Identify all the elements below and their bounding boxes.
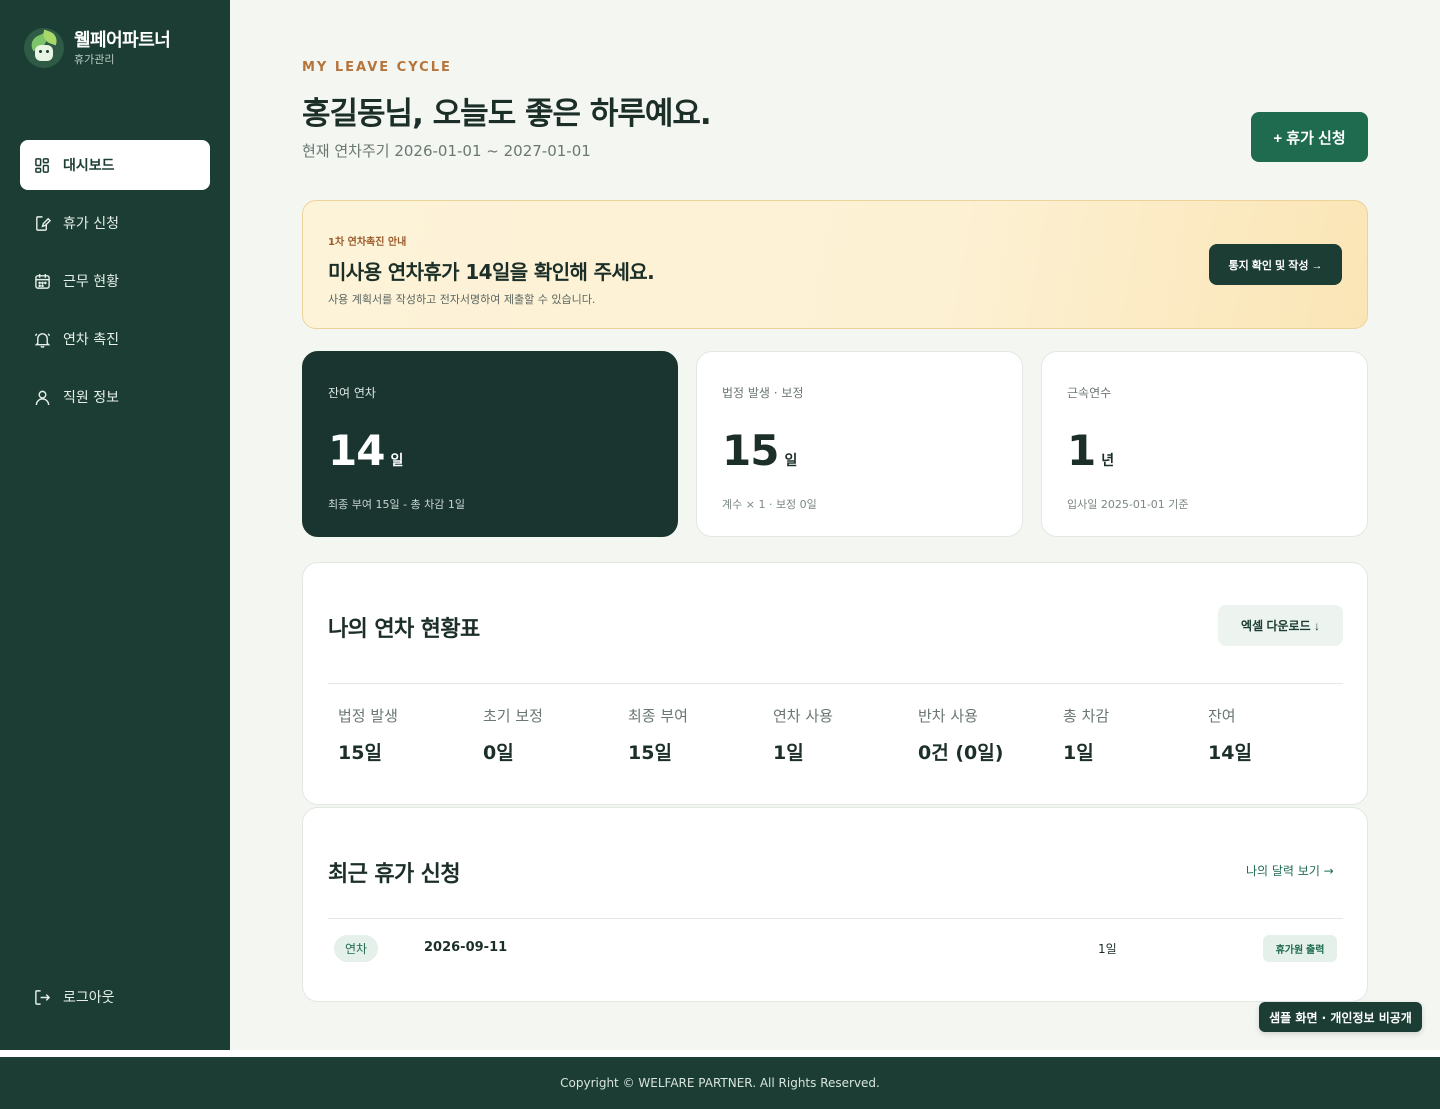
brand-name: 웰페어파트너 — [74, 29, 171, 51]
stat-value: 0건 (0일) — [918, 742, 1004, 764]
stat-value: 0일 — [483, 742, 514, 764]
stat-label: 초기 보정 — [483, 707, 543, 725]
sidebar-item-label: 연차 촉진 — [63, 332, 119, 348]
summary-stats: 법정 발생 15일 초기 보정 0일 최종 부여 15일 연차 사용 1일 반차… — [338, 705, 1353, 765]
sidebar-item-label: 휴가 신청 — [63, 216, 119, 232]
promotion-notice: 1차 연차촉진 안내 미사용 연차휴가 14일을 확인해 주세요. 사용 계획서… — [302, 200, 1368, 329]
card-value: 14 일 — [328, 426, 403, 475]
stat-initial-adjust: 초기 보정 0일 — [483, 705, 628, 765]
eyebrow: MY LEAVE CYCLE — [302, 60, 452, 75]
card-number: 1 — [1067, 426, 1096, 475]
stat-value: 14일 — [1208, 742, 1252, 764]
stat-value: 1일 — [773, 742, 804, 764]
sidebar-item-employee-info[interactable]: 직원 정보 — [20, 372, 210, 422]
logo-icon — [24, 28, 64, 68]
sidebar-item-leave-promotion[interactable]: 연차 촉진 — [20, 314, 210, 364]
card-unit: 일 — [784, 453, 798, 469]
card-note: 계수 × 1 · 보정 0일 — [722, 498, 817, 511]
stat-remaining: 잔여 14일 — [1208, 705, 1353, 765]
print-leave-form-button[interactable]: 휴가원 출력 — [1263, 935, 1337, 962]
leave-date: 2026-09-11 — [424, 940, 508, 955]
divider — [328, 683, 1343, 684]
logout-wrapper: 로그아웃 — [20, 972, 210, 1030]
notice-confirm-button[interactable]: 통지 확인 및 작성 → — [1209, 244, 1342, 285]
logout-label: 로그아웃 — [63, 990, 115, 1006]
brand-subtitle: 휴가관리 — [74, 52, 115, 66]
calendar-icon — [35, 273, 50, 289]
edit-document-icon — [36, 215, 51, 231]
my-calendar-link[interactable]: 나의 달력 보기 → — [1246, 862, 1334, 879]
divider — [328, 918, 1343, 919]
main-content: MY LEAVE CYCLE 홍길동님, 오늘도 좋은 하루예요. 현재 연차주… — [230, 0, 1440, 1050]
bell-icon — [34, 332, 51, 348]
sidebar-item-label: 대시보드 — [63, 158, 115, 174]
sidebar: 웰페어파트너 휴가관리 대시보드 휴가 신청 근무 현황 연차 촉진 직원 정보… — [0, 0, 230, 1050]
card-unit: 년 — [1101, 453, 1115, 469]
stat-label: 연차 사용 — [773, 707, 833, 725]
card-note: 최종 부여 15일 - 총 차감 1일 — [328, 498, 466, 511]
leave-summary-panel: 나의 연차 현황표 엑셀 다운로드 ↓ 법정 발생 15일 초기 보정 0일 최… — [302, 562, 1368, 805]
card-value: 15 일 — [722, 426, 797, 475]
sidebar-nav: 대시보드 휴가 신청 근무 현황 연차 촉진 직원 정보 — [20, 140, 210, 430]
card-label: 법정 발생 · 보정 — [722, 386, 804, 400]
table-row: 연차 2026-09-11 1일 휴가원 출력 — [328, 924, 1343, 974]
sidebar-item-label: 근무 현황 — [63, 274, 119, 290]
logout-button[interactable]: 로그아웃 — [20, 972, 210, 1022]
statutory-leave-card: 법정 발생 · 보정 15 일 계수 × 1 · 보정 0일 — [696, 351, 1023, 537]
logout-icon — [35, 989, 51, 1005]
recent-title: 최근 휴가 신청 — [328, 862, 461, 887]
card-number: 15 — [722, 426, 779, 475]
summary-title: 나의 연차 현황표 — [328, 617, 480, 642]
tenure-card: 근속연수 1 년 입사일 2025-01-01 기준 — [1041, 351, 1368, 537]
notice-tag: 1차 연차촉진 안내 — [328, 237, 407, 248]
stat-label: 최종 부여 — [628, 707, 688, 725]
stat-statutory: 법정 발생 15일 — [338, 705, 483, 765]
stat-value: 15일 — [338, 742, 382, 764]
page-title: 홍길동님, 오늘도 좋은 하루예요. — [302, 96, 712, 132]
brand[interactable]: 웰페어파트너 휴가관리 — [24, 28, 171, 68]
sidebar-item-label: 직원 정보 — [63, 390, 119, 406]
card-number: 14 — [328, 426, 385, 475]
footer: Copyright © WELFARE PARTNER. All Rights … — [0, 1057, 1440, 1109]
user-icon — [35, 390, 50, 405]
leave-days: 1일 — [1098, 942, 1117, 956]
leave-type-badge: 연차 — [334, 935, 378, 962]
sample-badge: 샘플 화면 · 개인정보 비공개 — [1259, 1002, 1422, 1032]
stat-label: 법정 발생 — [338, 707, 398, 725]
stat-total-deduct: 총 차감 1일 — [1063, 705, 1208, 765]
notice-title: 미사용 연차휴가 14일을 확인해 주세요. — [328, 260, 655, 284]
apply-leave-button[interactable]: + 휴가 신청 — [1251, 112, 1368, 162]
card-label: 근속연수 — [1067, 386, 1112, 400]
stat-label: 총 차감 — [1063, 707, 1110, 725]
notice-description: 사용 계획서를 작성하고 전자서명하여 제출할 수 있습니다. — [328, 293, 596, 306]
stat-value: 15일 — [628, 742, 672, 764]
sidebar-item-dashboard[interactable]: 대시보드 — [20, 140, 210, 190]
card-note: 입사일 2025-01-01 기준 — [1067, 498, 1189, 511]
sidebar-item-leave-request[interactable]: 휴가 신청 — [20, 198, 210, 248]
recent-requests-panel: 최근 휴가 신청 나의 달력 보기 → 연차 2026-09-11 1일 휴가원… — [302, 807, 1368, 1002]
leave-cycle: 현재 연차주기 2026-01-01 ~ 2027-01-01 — [302, 142, 591, 160]
dashboard-icon — [35, 157, 49, 173]
card-value: 1 년 — [1067, 426, 1114, 475]
stat-value: 1일 — [1063, 742, 1094, 764]
card-label: 잔여 연차 — [328, 386, 376, 400]
stat-half-day-used: 반차 사용 0건 (0일) — [918, 705, 1063, 765]
stat-label: 잔여 — [1208, 707, 1236, 725]
card-unit: 일 — [390, 453, 404, 469]
stat-final-grant: 최종 부여 15일 — [628, 705, 773, 765]
remaining-leave-card: 잔여 연차 14 일 최종 부여 15일 - 총 차감 1일 — [302, 351, 678, 537]
stat-label: 반차 사용 — [918, 707, 978, 725]
excel-download-button[interactable]: 엑셀 다운로드 ↓ — [1218, 605, 1343, 646]
sidebar-item-work-status[interactable]: 근무 현황 — [20, 256, 210, 306]
stat-leave-used: 연차 사용 1일 — [773, 705, 918, 765]
